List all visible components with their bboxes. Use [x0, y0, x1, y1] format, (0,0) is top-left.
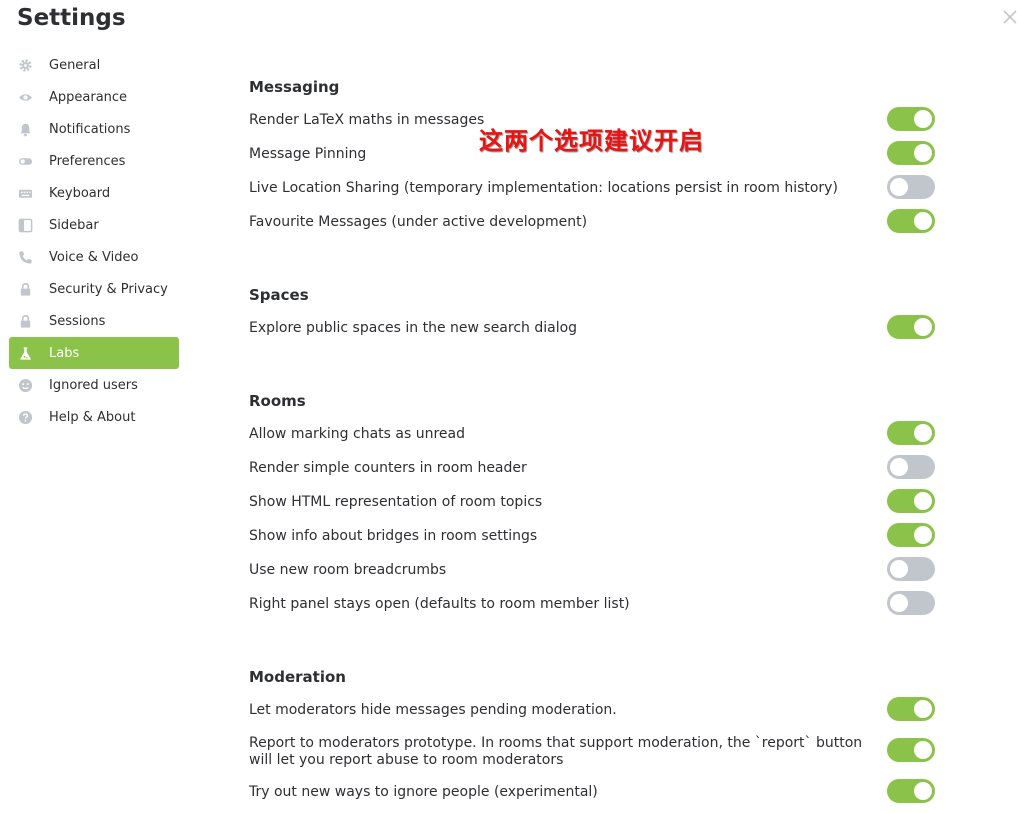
toggle-hide-pending[interactable]	[887, 697, 935, 721]
sidebar-icon	[18, 218, 33, 233]
toggle-simple-counters[interactable]	[887, 455, 935, 479]
sidebar-item-label: Ignored users	[49, 377, 138, 393]
sidebar-item-notifications[interactable]: Notifications	[9, 113, 179, 145]
page-title: Settings	[17, 5, 126, 31]
setting-label: Report to moderators prototype. In rooms…	[249, 735, 863, 768]
sidebar-item-label: General	[49, 57, 101, 73]
annotation-text: 这两个选项建议开启	[479, 127, 704, 155]
help-icon	[18, 410, 33, 425]
toggle-right-panel[interactable]	[887, 591, 935, 615]
toggle-knob	[890, 458, 908, 476]
toggle-report-moderators[interactable]	[887, 738, 935, 762]
sidebar-item-ignored-users[interactable]: Ignored users	[9, 369, 179, 401]
gear-icon	[18, 58, 33, 73]
lock-icon	[18, 314, 33, 329]
sidebar-item-label: Sessions	[49, 313, 106, 329]
toggle-live-location[interactable]	[887, 175, 935, 199]
toggle-message-pinning[interactable]	[887, 141, 935, 165]
bell-icon	[18, 122, 33, 137]
toggle-knob	[914, 782, 932, 800]
sidebar-item-label: Security & Privacy	[49, 281, 168, 297]
toggle-knob	[914, 741, 932, 759]
settings-dialog: Settings General Appearance Notification…	[0, 0, 1024, 814]
phone-icon	[18, 250, 33, 265]
sidebar-item-label: Voice & Video	[49, 249, 139, 265]
sidebar-item-sessions[interactable]: Sessions	[9, 305, 179, 337]
setting-row-report-moderators: Report to moderators prototype. In rooms…	[249, 735, 939, 769]
setting-row-mark-unread: Allow marking chats as unread	[249, 426, 939, 443]
toggle-knob	[914, 144, 932, 162]
setting-label: Let moderators hide messages pending mod…	[249, 702, 617, 718]
toggle-knob	[914, 526, 932, 544]
setting-label: Favourite Messages (under active develop…	[249, 214, 588, 230]
setting-label: Try out new ways to ignore people (exper…	[249, 784, 598, 800]
setting-label: Right panel stays open (defaults to room…	[249, 596, 630, 612]
toggle-room-breadcrumbs[interactable]	[887, 557, 935, 581]
settings-sidebar: General Appearance Notifications Prefere…	[9, 49, 179, 433]
setting-row-room-breadcrumbs: Use new room breadcrumbs	[249, 562, 939, 579]
sidebar-item-label: Keyboard	[49, 185, 111, 201]
toggle-bridge-info[interactable]	[887, 523, 935, 547]
toggle-mark-unread[interactable]	[887, 421, 935, 445]
sidebar-item-keyboard[interactable]: Keyboard	[9, 177, 179, 209]
setting-row-ignore-people: Try out new ways to ignore people (exper…	[249, 784, 939, 801]
sidebar-item-label: Help & About	[49, 409, 136, 425]
setting-row-simple-counters: Render simple counters in room header	[249, 460, 939, 477]
toggle-knob	[890, 594, 908, 612]
sidebar-item-label: Notifications	[49, 121, 131, 137]
toggle-knob	[914, 424, 932, 442]
toggle-knob	[914, 492, 932, 510]
setting-row-explore-spaces: Explore public spaces in the new search …	[249, 320, 939, 337]
section-title-moderation: Moderation	[249, 668, 346, 686]
setting-row-bridge-info: Show info about bridges in room settings	[249, 528, 939, 545]
setting-label: Render simple counters in room header	[249, 460, 527, 476]
toggle-knob	[914, 700, 932, 718]
setting-label: Show HTML representation of room topics	[249, 494, 543, 510]
toggle-favourite-messages[interactable]	[887, 209, 935, 233]
toggle-html-topics[interactable]	[887, 489, 935, 513]
keyboard-icon	[18, 186, 33, 201]
sidebar-item-preferences[interactable]: Preferences	[9, 145, 179, 177]
sidebar-item-label: Labs	[49, 345, 80, 361]
section-title-spaces: Spaces	[249, 286, 309, 304]
eye-icon	[18, 90, 33, 105]
sidebar-item-security-privacy[interactable]: Security & Privacy	[9, 273, 179, 305]
setting-row-hide-pending: Let moderators hide messages pending mod…	[249, 702, 939, 719]
sidebar-item-label: Sidebar	[49, 217, 99, 233]
sidebar-item-voice-video[interactable]: Voice & Video	[9, 241, 179, 273]
setting-row-html-topics: Show HTML representation of room topics	[249, 494, 939, 511]
face-icon	[18, 378, 33, 393]
setting-label: Live Location Sharing (temporary impleme…	[249, 180, 838, 196]
setting-row-live-location: Live Location Sharing (temporary impleme…	[249, 180, 939, 197]
setting-label: Show info about bridges in room settings	[249, 528, 538, 544]
sidebar-item-label: Appearance	[49, 89, 128, 105]
setting-label: Allow marking chats as unread	[249, 426, 465, 442]
toggle-knob	[890, 560, 908, 578]
toggle-explore-spaces[interactable]	[887, 315, 935, 339]
sidebar-item-sidebar[interactable]: Sidebar	[9, 209, 179, 241]
close-icon[interactable]	[1000, 7, 1020, 27]
sidebar-item-general[interactable]: General	[9, 49, 179, 81]
lock-icon	[18, 282, 33, 297]
setting-label: Use new room breadcrumbs	[249, 562, 447, 578]
sidebar-item-label: Preferences	[49, 153, 126, 169]
setting-label: Explore public spaces in the new search …	[249, 320, 578, 336]
toggle-knob	[890, 178, 908, 196]
section-title-rooms: Rooms	[249, 392, 306, 410]
setting-row-favourite-messages: Favourite Messages (under active develop…	[249, 214, 939, 231]
sidebar-item-appearance[interactable]: Appearance	[9, 81, 179, 113]
section-title-messaging: Messaging	[249, 78, 340, 96]
toggle-icon	[18, 154, 33, 169]
flask-icon	[18, 346, 33, 361]
sidebar-item-help-about[interactable]: Help & About	[9, 401, 179, 433]
sidebar-item-labs[interactable]: Labs	[9, 337, 179, 369]
toggle-ignore-people[interactable]	[887, 779, 935, 803]
setting-row-right-panel: Right panel stays open (defaults to room…	[249, 596, 939, 613]
toggle-knob	[914, 110, 932, 128]
toggle-knob	[914, 212, 932, 230]
toggle-render-latex[interactable]	[887, 107, 935, 131]
toggle-knob	[914, 318, 932, 336]
